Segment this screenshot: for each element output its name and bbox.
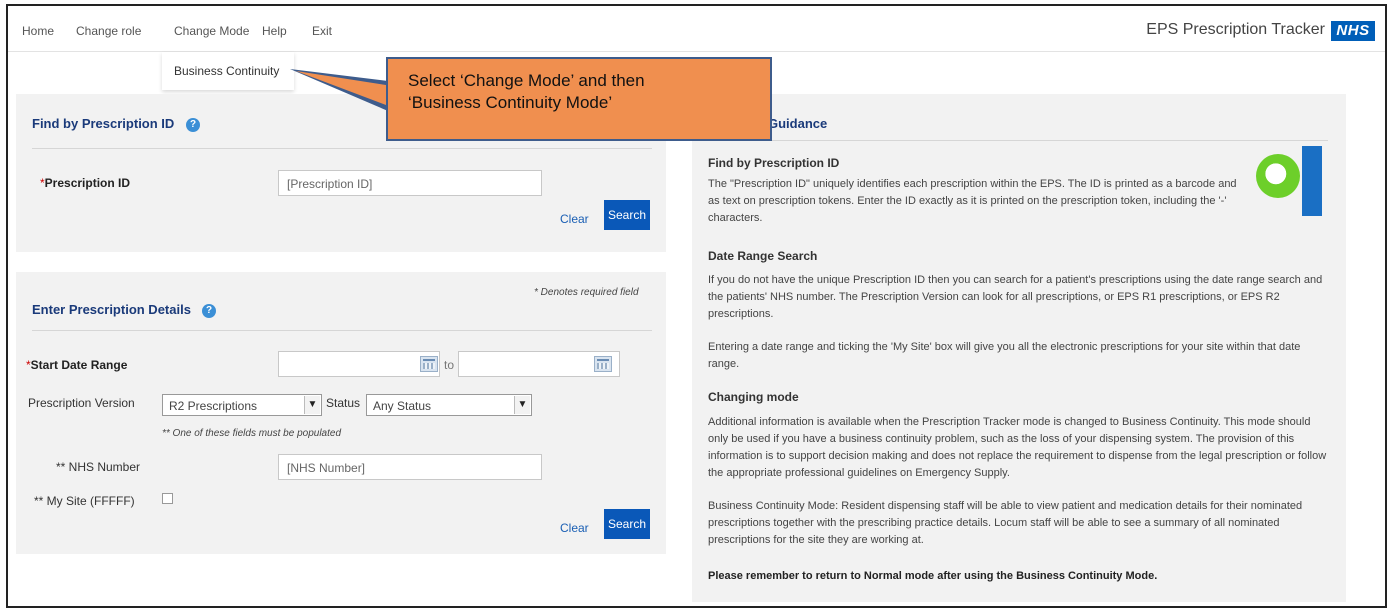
required-field-note: * Denotes required field: [534, 287, 639, 298]
one-field-note: ** One of these fields must be populated: [162, 428, 342, 439]
status-label: Status: [326, 396, 361, 410]
status-value: Any Status: [373, 399, 432, 413]
nav-exit[interactable]: Exit: [312, 24, 332, 38]
calendar-icon[interactable]: [420, 356, 438, 372]
change-mode-dropdown: Business Continuity: [162, 52, 294, 90]
start-date-label: *Start Date Range: [26, 358, 128, 372]
clear-button[interactable]: Clear: [560, 212, 589, 226]
app-window: Home Change role Change Mode Help Exit E…: [6, 4, 1387, 608]
guidance-paragraph: The "Prescription ID" uniquely identifie…: [708, 178, 1237, 224]
search-button[interactable]: Search: [604, 200, 650, 230]
chevron-down-icon: ▼: [514, 396, 530, 414]
my-site-checkbox[interactable]: [162, 493, 173, 504]
nav-home[interactable]: Home: [22, 24, 54, 38]
guidance-reminder: Please remember to return to Normal mode…: [708, 570, 1158, 582]
clear-button[interactable]: Clear: [560, 521, 589, 535]
guidance-paragraph: Business Continuity Mode: Resident dispe…: [708, 500, 1303, 546]
top-nav: Home Change role Change Mode Help Exit E…: [8, 6, 1385, 52]
eps-logo: [1252, 146, 1324, 218]
prescription-version-select[interactable]: R2 Prescriptions ▼: [162, 394, 322, 416]
help-icon[interactable]: ?: [202, 304, 216, 318]
prescription-version-label: Prescription Version: [28, 396, 135, 410]
chevron-down-icon: ▼: [304, 396, 320, 414]
prescription-id-input[interactable]: [Prescription ID]: [278, 170, 542, 196]
nav-change-role[interactable]: Change role: [76, 24, 141, 38]
guidance-panel: Guidance Find by Prescription ID The "Pr…: [692, 94, 1346, 602]
nhs-logo: NHS: [1331, 21, 1375, 41]
guidance-paragraph: Additional information is available when…: [708, 416, 1327, 479]
nav-change-mode[interactable]: Change Mode: [174, 24, 249, 38]
menu-item-business-continuity[interactable]: Business Continuity: [174, 64, 279, 78]
instruction-callout: Select ‘Change Mode’ and then ‘Business …: [386, 57, 772, 141]
app-title: EPS Prescription Tracker: [1146, 21, 1325, 38]
guidance-heading: Date Range Search: [708, 249, 818, 263]
to-label: to: [444, 358, 455, 372]
divider: [32, 330, 652, 331]
find-panel-title: Find by Prescription ID: [32, 116, 175, 131]
status-select[interactable]: Any Status ▼: [366, 394, 532, 416]
nhs-number-label: ** NHS Number: [56, 460, 141, 474]
nav-help[interactable]: Help: [262, 24, 287, 38]
divider: [32, 148, 652, 149]
prescription-details-panel: Enter Prescription Details ? * Denotes r…: [16, 272, 666, 554]
prescription-version-value: R2 Prescriptions: [169, 399, 258, 413]
guidance-paragraph: Entering a date range and ticking the 'M…: [708, 341, 1301, 370]
callout-line-2: ‘Business Continuity Mode’: [408, 93, 613, 112]
callout-line-1: Select ‘Change Mode’ and then: [408, 71, 645, 90]
calendar-icon[interactable]: [594, 356, 612, 372]
help-icon[interactable]: ?: [186, 118, 200, 132]
guidance-title: Guidance: [768, 116, 828, 131]
details-panel-title: Enter Prescription Details: [32, 302, 191, 317]
divider: [708, 140, 1328, 141]
guidance-heading: Changing mode: [708, 390, 799, 404]
search-button[interactable]: Search: [604, 509, 650, 539]
guidance-paragraph: If you do not have the unique Prescripti…: [708, 274, 1323, 320]
prescription-id-label: *Prescription ID: [40, 176, 131, 190]
my-site-label: ** My Site (FFFFF): [34, 494, 135, 508]
nhs-number-input[interactable]: [NHS Number]: [278, 454, 542, 480]
guidance-heading: Find by Prescription ID: [708, 156, 840, 170]
start-date-input[interactable]: [278, 351, 440, 377]
callout-pointer: [290, 69, 388, 111]
